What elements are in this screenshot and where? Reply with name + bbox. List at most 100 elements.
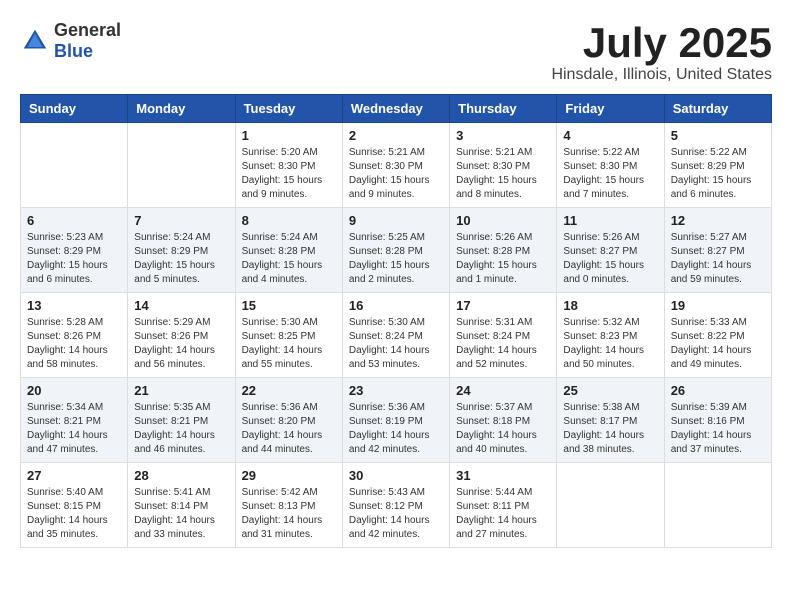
day-info: Sunrise: 5:24 AMSunset: 8:29 PMDaylight:… xyxy=(134,231,228,287)
day-header-friday: Friday xyxy=(557,95,664,123)
calendar-day-cell: 4Sunrise: 5:22 AMSunset: 8:30 PMDaylight… xyxy=(557,123,664,208)
calendar-day-cell: 11 Sunrise: 5:26 AMSunset: 8:27 PMDayligh… xyxy=(557,208,664,293)
day-info: Sunrise: 5:25 AMSunset: 8:28 PMDaylight:… xyxy=(349,231,443,287)
calendar-day-cell xyxy=(21,123,128,208)
calendar-day-cell: 12Sunrise: 5:27 AMSunset: 8:27 PMDayligh… xyxy=(664,208,771,293)
calendar-week-row: 27 Sunrise: 5:40 AMSunset: 8:15 PMDayligh… xyxy=(21,463,772,548)
day-info: Sunrise: 5:39 AMSunset: 8:16 PMDaylight:… xyxy=(671,401,765,457)
calendar-day-cell xyxy=(664,463,771,548)
day-info: Sunrise: 5:36 AMSunset: 8:19 PMDaylight:… xyxy=(349,401,443,457)
day-number: 23 xyxy=(349,383,443,398)
day-number: 1 xyxy=(242,128,336,143)
day-info: Sunrise: 5:35 AMSunset: 8:21 PMDaylight:… xyxy=(134,401,228,457)
day-number: 11 xyxy=(563,213,657,228)
calendar-week-row: 20 Sunrise: 5:34 AMSunset: 8:21 PMDayligh… xyxy=(21,378,772,463)
day-info: Sunrise: 5:28 AMSunset: 8:26 PMDaylight:… xyxy=(27,316,121,372)
page-header: General Blue July 2025 Hinsdale, Illinoi… xyxy=(20,20,772,84)
calendar-day-cell: 20 Sunrise: 5:34 AMSunset: 8:21 PMDayligh… xyxy=(21,378,128,463)
calendar-week-row: 1Sunrise: 5:20 AMSunset: 8:30 PMDaylight… xyxy=(21,123,772,208)
title-block: July 2025 Hinsdale, Illinois, United Sta… xyxy=(551,20,772,84)
day-number: 6 xyxy=(27,213,121,228)
calendar-week-row: 6 Sunrise: 5:23 AMSunset: 8:29 PMDaylight… xyxy=(21,208,772,293)
day-info: Sunrise: 5:40 AMSunset: 8:15 PMDaylight:… xyxy=(27,486,121,542)
day-info: Sunrise: 5:38 AMSunset: 8:17 PMDaylight:… xyxy=(563,401,657,457)
day-info: Sunrise: 5:26 AMSunset: 8:27 PMDaylight:… xyxy=(563,231,657,287)
day-number: 16 xyxy=(349,298,443,313)
day-info: Sunrise: 5:30 AMSunset: 8:25 PMDaylight:… xyxy=(242,316,336,372)
calendar-day-cell: 13Sunrise: 5:28 AMSunset: 8:26 PMDayligh… xyxy=(21,293,128,378)
calendar-day-cell: 24Sunrise: 5:37 AMSunset: 8:18 PMDayligh… xyxy=(450,378,557,463)
day-info: Sunrise: 5:29 AMSunset: 8:26 PMDaylight:… xyxy=(134,316,228,372)
day-number: 15 xyxy=(242,298,336,313)
calendar-day-cell: 30 Sunrise: 5:43 AMSunset: 8:12 PMDayligh… xyxy=(342,463,449,548)
day-header-wednesday: Wednesday xyxy=(342,95,449,123)
calendar-day-cell: 29Sunrise: 5:42 AMSunset: 8:13 PMDayligh… xyxy=(235,463,342,548)
day-number: 22 xyxy=(242,383,336,398)
day-info: Sunrise: 5:22 AMSunset: 8:29 PMDaylight:… xyxy=(671,146,765,202)
day-info: Sunrise: 5:41 AMSunset: 8:14 PMDaylight:… xyxy=(134,486,228,542)
day-info: Sunrise: 5:23 AMSunset: 8:29 PMDaylight:… xyxy=(27,231,121,287)
calendar-day-cell: 8 Sunrise: 5:24 AMSunset: 8:28 PMDaylight… xyxy=(235,208,342,293)
day-info: Sunrise: 5:33 AMSunset: 8:22 PMDaylight:… xyxy=(671,316,765,372)
day-info: Sunrise: 5:21 AMSunset: 8:30 PMDaylight:… xyxy=(456,146,550,202)
day-number: 9 xyxy=(349,213,443,228)
logo-text-general: General xyxy=(54,20,121,40)
day-info: Sunrise: 5:27 AMSunset: 8:27 PMDaylight:… xyxy=(671,231,765,287)
calendar-day-cell: 27 Sunrise: 5:40 AMSunset: 8:15 PMDayligh… xyxy=(21,463,128,548)
day-number: 18 xyxy=(563,298,657,313)
day-number: 7 xyxy=(134,213,228,228)
day-number: 31 xyxy=(456,468,550,483)
logo: General Blue xyxy=(20,20,121,62)
calendar-day-cell: 15 Sunrise: 5:30 AMSunset: 8:25 PMDayligh… xyxy=(235,293,342,378)
calendar-day-cell: 2Sunrise: 5:21 AMSunset: 8:30 PMDaylight… xyxy=(342,123,449,208)
day-header-tuesday: Tuesday xyxy=(235,95,342,123)
day-number: 10 xyxy=(456,213,550,228)
calendar-day-cell: 19 Sunrise: 5:33 AMSunset: 8:22 PMDayligh… xyxy=(664,293,771,378)
day-info: Sunrise: 5:24 AMSunset: 8:28 PMDaylight:… xyxy=(242,231,336,287)
day-number: 3 xyxy=(456,128,550,143)
calendar-day-cell: 10 Sunrise: 5:26 AMSunset: 8:28 PMDayligh… xyxy=(450,208,557,293)
month-title: July 2025 xyxy=(551,20,772,66)
day-info: Sunrise: 5:31 AMSunset: 8:24 PMDaylight:… xyxy=(456,316,550,372)
day-info: Sunrise: 5:30 AMSunset: 8:24 PMDaylight:… xyxy=(349,316,443,372)
day-number: 14 xyxy=(134,298,228,313)
day-number: 30 xyxy=(349,468,443,483)
day-number: 27 xyxy=(27,468,121,483)
day-number: 5 xyxy=(671,128,765,143)
calendar-day-cell xyxy=(557,463,664,548)
calendar-day-cell: 6 Sunrise: 5:23 AMSunset: 8:29 PMDaylight… xyxy=(21,208,128,293)
calendar-day-cell: 5 Sunrise: 5:22 AMSunset: 8:29 PMDaylight… xyxy=(664,123,771,208)
calendar-day-cell: 14 Sunrise: 5:29 AMSunset: 8:26 PMDayligh… xyxy=(128,293,235,378)
logo-text-blue: Blue xyxy=(54,41,93,61)
day-number: 17 xyxy=(456,298,550,313)
day-number: 19 xyxy=(671,298,765,313)
day-info: Sunrise: 5:43 AMSunset: 8:12 PMDaylight:… xyxy=(349,486,443,542)
day-info: Sunrise: 5:32 AMSunset: 8:23 PMDaylight:… xyxy=(563,316,657,372)
day-number: 4 xyxy=(563,128,657,143)
calendar-header-row: SundayMondayTuesdayWednesdayThursdayFrid… xyxy=(21,95,772,123)
day-number: 2 xyxy=(349,128,443,143)
calendar-day-cell: 28 Sunrise: 5:41 AMSunset: 8:14 PMDayligh… xyxy=(128,463,235,548)
calendar-day-cell: 9 Sunrise: 5:25 AMSunset: 8:28 PMDaylight… xyxy=(342,208,449,293)
day-header-saturday: Saturday xyxy=(664,95,771,123)
calendar-day-cell: 18 Sunrise: 5:32 AMSunset: 8:23 PMDayligh… xyxy=(557,293,664,378)
day-number: 20 xyxy=(27,383,121,398)
location-title: Hinsdale, Illinois, United States xyxy=(551,66,772,84)
day-info: Sunrise: 5:26 AMSunset: 8:28 PMDaylight:… xyxy=(456,231,550,287)
calendar-day-cell: 26Sunrise: 5:39 AMSunset: 8:16 PMDayligh… xyxy=(664,378,771,463)
calendar-day-cell xyxy=(128,123,235,208)
calendar-day-cell: 3 Sunrise: 5:21 AMSunset: 8:30 PMDaylight… xyxy=(450,123,557,208)
day-info: Sunrise: 5:36 AMSunset: 8:20 PMDaylight:… xyxy=(242,401,336,457)
day-info: Sunrise: 5:37 AMSunset: 8:18 PMDaylight:… xyxy=(456,401,550,457)
day-number: 25 xyxy=(563,383,657,398)
day-info: Sunrise: 5:34 AMSunset: 8:21 PMDaylight:… xyxy=(27,401,121,457)
calendar-day-cell: 22 Sunrise: 5:36 AMSunset: 8:20 PMDayligh… xyxy=(235,378,342,463)
day-header-monday: Monday xyxy=(128,95,235,123)
logo-icon xyxy=(20,26,50,56)
day-number: 29 xyxy=(242,468,336,483)
calendar-day-cell: 16 Sunrise: 5:30 AMSunset: 8:24 PMDayligh… xyxy=(342,293,449,378)
calendar-day-cell: 23 Sunrise: 5:36 AMSunset: 8:19 PMDayligh… xyxy=(342,378,449,463)
day-number: 8 xyxy=(242,213,336,228)
day-info: Sunrise: 5:44 AMSunset: 8:11 PMDaylight:… xyxy=(456,486,550,542)
day-number: 28 xyxy=(134,468,228,483)
